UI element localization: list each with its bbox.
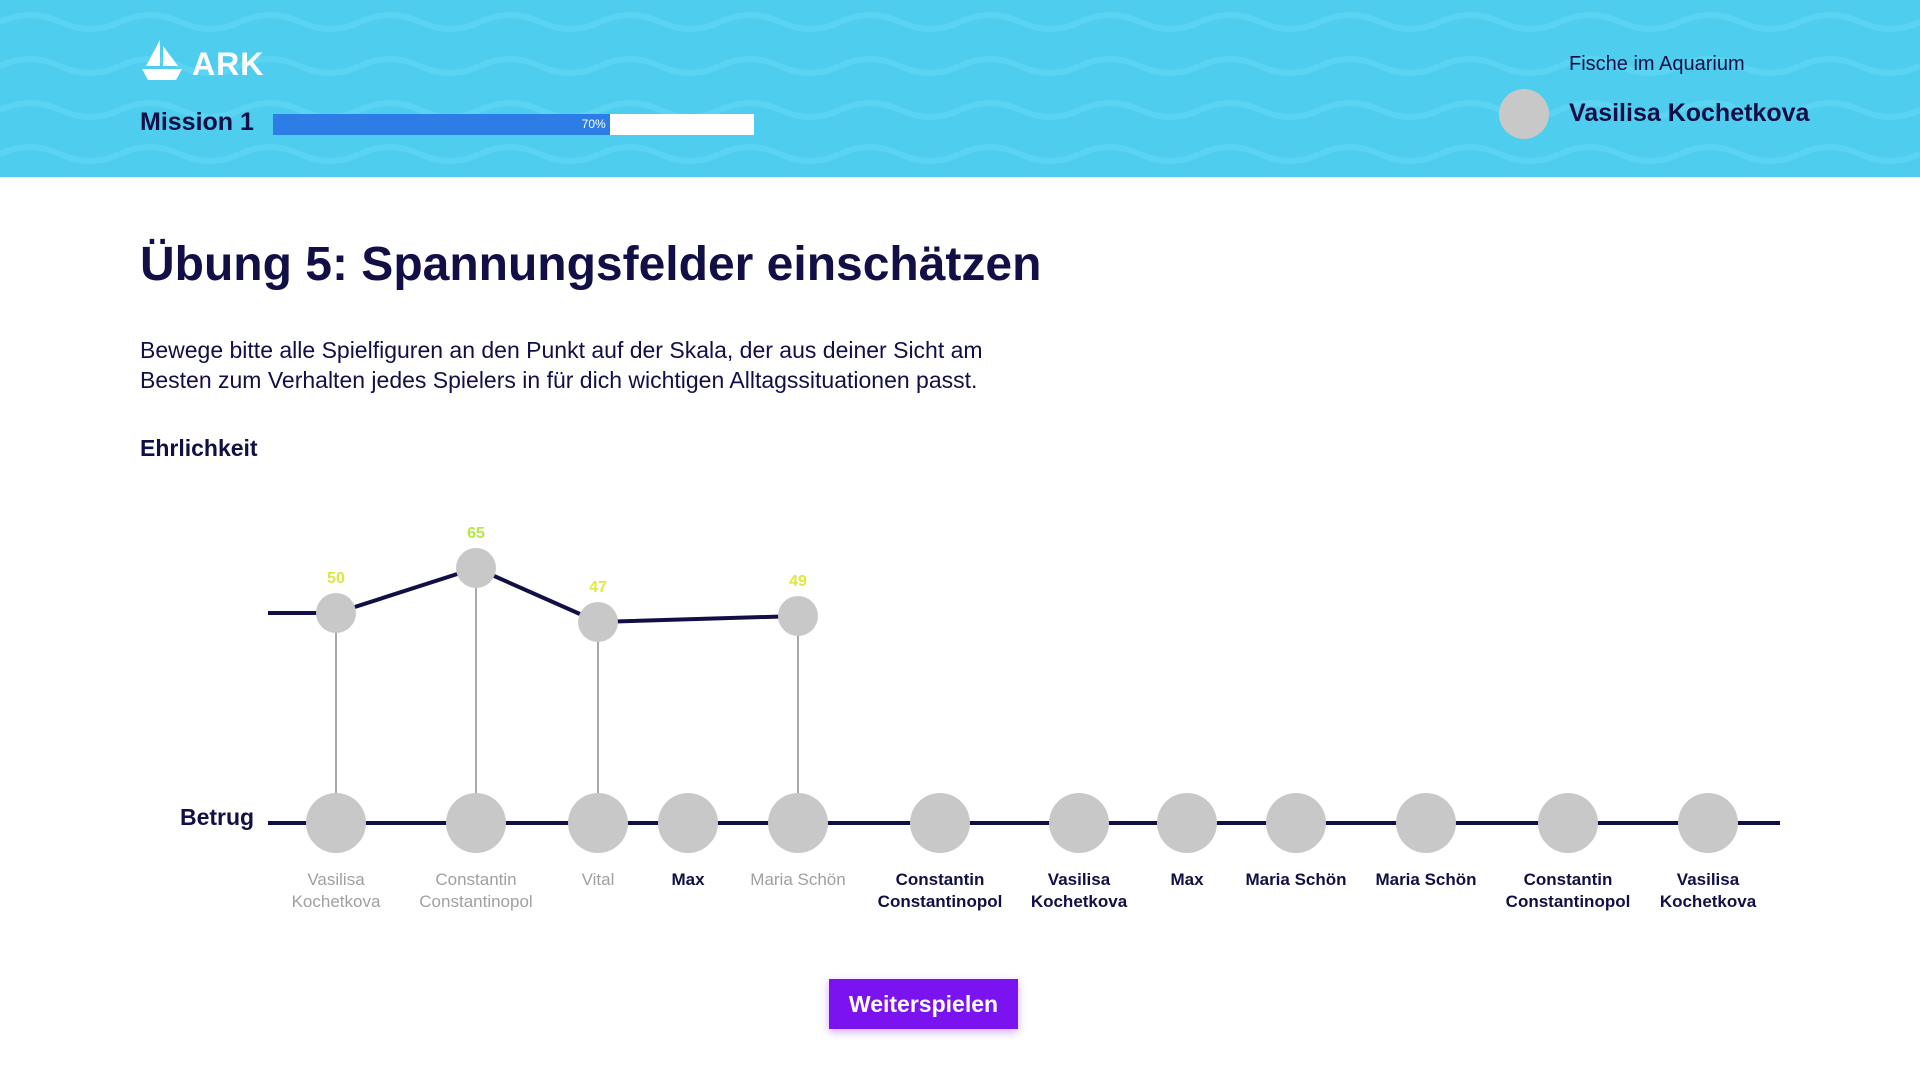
player-token[interactable] (658, 793, 718, 853)
player-name-label: Vasilisa (1677, 870, 1740, 889)
player-name-label: Vasilisa (1048, 870, 1111, 889)
player-token[interactable] (1049, 793, 1109, 853)
data-label: 49 (789, 573, 807, 590)
player-name-label: Vasilisa (307, 870, 365, 889)
player-name-label: Constantin (1524, 870, 1613, 889)
player-name-label: Constantinopol (1506, 892, 1631, 911)
placed-token[interactable] (578, 602, 618, 642)
player-name-label: Kochetkova (1660, 892, 1757, 911)
player-name-label: Kochetkova (292, 892, 381, 911)
data-label: 65 (467, 525, 485, 542)
rating-scale-chart: Vasilisa Kochetkova Constantin Constantinop… (266, 443, 1780, 911)
player-name-label: Maria Schön (1245, 870, 1346, 889)
placed-token[interactable] (316, 593, 356, 633)
player-token[interactable] (446, 793, 506, 853)
player-name-label: Max (671, 870, 705, 889)
player-name-label: Kochetkova (1031, 892, 1128, 911)
data-label: 47 (589, 579, 607, 596)
continue-button[interactable]: Weiterspielen (829, 979, 1018, 1029)
data-label: 50 (327, 570, 345, 587)
player-name-label: Constantinopol (419, 892, 532, 911)
player-token[interactable] (1678, 793, 1738, 853)
placed-token[interactable] (456, 548, 496, 588)
player-token[interactable] (768, 793, 828, 853)
player-name-label: Maria Schön (1375, 870, 1476, 889)
player-token[interactable] (1396, 793, 1456, 853)
player-token[interactable] (306, 793, 366, 853)
player-token[interactable] (1266, 793, 1326, 853)
player-token[interactable] (1157, 793, 1217, 853)
player-name-label: Vital (582, 870, 615, 889)
placed-token[interactable] (778, 596, 818, 636)
player-name-label: Constantinopol (878, 892, 1003, 911)
player-token[interactable] (568, 793, 628, 853)
player-name-label: Constantin (896, 870, 985, 889)
player-token[interactable] (910, 793, 970, 853)
player-name-label: Max (1170, 870, 1204, 889)
player-name-label: Constantin (435, 870, 516, 889)
player-token[interactable] (1538, 793, 1598, 853)
player-name-label: Maria Schön (750, 870, 845, 889)
